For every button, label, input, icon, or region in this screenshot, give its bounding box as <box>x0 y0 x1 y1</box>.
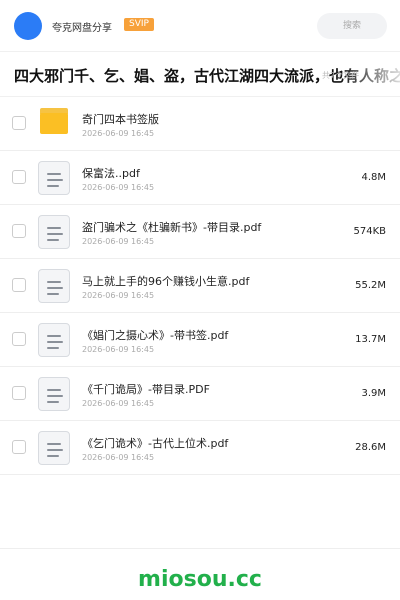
document-icon <box>38 161 70 195</box>
select-checkbox[interactable] <box>12 278 26 292</box>
list-item[interactable]: 《乞门诡术》-古代上位术.pdf 2026-06-09 16:45 28.6M <box>0 421 400 475</box>
folder-icon <box>40 108 68 134</box>
file-name: 保富法..pdf <box>82 167 140 180</box>
share-title-bar: 四大邪门千、乞、娼、盗，古代江湖四大流派，也有人称之 共7个文件 <box>0 53 400 97</box>
document-icon <box>38 215 70 249</box>
file-name: 《娼门之摄心术》-带书签.pdf <box>82 329 229 342</box>
file-count: 共7个文件 <box>322 71 360 80</box>
document-icon <box>38 377 70 411</box>
file-size: 3.9M <box>361 388 386 399</box>
file-size: 28.6M <box>355 442 386 453</box>
file-date: 2026-06-09 16:45 <box>82 399 155 408</box>
file-name: 《千门诡局》-带目录.PDF <box>82 383 210 396</box>
file-date: 2026-06-09 16:45 <box>82 183 155 192</box>
list-item[interactable]: 盗门骗术之《杜骗新书》-带目录.pdf 2026-06-09 16:45 574… <box>0 205 400 259</box>
file-size: 13.7M <box>355 334 386 345</box>
file-date: 2026-06-09 16:45 <box>82 453 155 462</box>
top-header: 夸克网盘分享 SVIP 搜索 <box>0 0 400 52</box>
file-name: 马上就上手的96个赚钱小生意.pdf <box>82 275 250 288</box>
search-button[interactable]: 搜索 <box>317 13 387 39</box>
site-name: 夸克网盘分享 <box>52 23 112 34</box>
select-checkbox[interactable] <box>12 116 26 130</box>
svip-badge: SVIP <box>124 18 154 31</box>
avatar[interactable] <box>14 12 42 40</box>
search-placeholder: 搜索 <box>342 21 361 31</box>
file-name: 《乞门诡术》-古代上位术.pdf <box>82 437 229 450</box>
file-name: 盗门骗术之《杜骗新书》-带目录.pdf <box>82 221 262 234</box>
select-checkbox[interactable] <box>12 170 26 184</box>
file-size: 4.8M <box>361 172 386 183</box>
select-checkbox[interactable] <box>12 440 26 454</box>
list-item[interactable]: 奇门四本书签版 2026-06-09 16:45 <box>0 97 400 151</box>
file-size: 574KB <box>353 226 386 237</box>
file-date: 2026-06-09 16:45 <box>82 345 155 354</box>
file-date: 2026-06-09 16:45 <box>82 237 155 246</box>
file-list: 奇门四本书签版 2026-06-09 16:45 保富法..pdf 2026-0… <box>0 97 400 475</box>
document-icon <box>38 431 70 465</box>
file-date: 2026-06-09 16:45 <box>82 129 155 138</box>
brand-watermark[interactable]: miosou.cc <box>0 567 400 592</box>
list-item[interactable]: 马上就上手的96个赚钱小生意.pdf 2026-06-09 16:45 55.2… <box>0 259 400 313</box>
document-icon <box>38 269 70 303</box>
list-item[interactable]: 《娼门之摄心术》-带书签.pdf 2026-06-09 16:45 13.7M <box>0 313 400 367</box>
list-item[interactable]: 保富法..pdf 2026-06-09 16:45 4.8M <box>0 151 400 205</box>
select-checkbox[interactable] <box>12 386 26 400</box>
footer: miosou.cc <box>0 548 400 600</box>
select-checkbox[interactable] <box>12 332 26 346</box>
file-date: 2026-06-09 16:45 <box>82 291 155 300</box>
document-icon <box>38 323 70 357</box>
file-name: 奇门四本书签版 <box>82 113 159 126</box>
select-checkbox[interactable] <box>12 224 26 238</box>
file-size: 55.2M <box>355 280 386 291</box>
list-item[interactable]: 《千门诡局》-带目录.PDF 2026-06-09 16:45 3.9M <box>0 367 400 421</box>
